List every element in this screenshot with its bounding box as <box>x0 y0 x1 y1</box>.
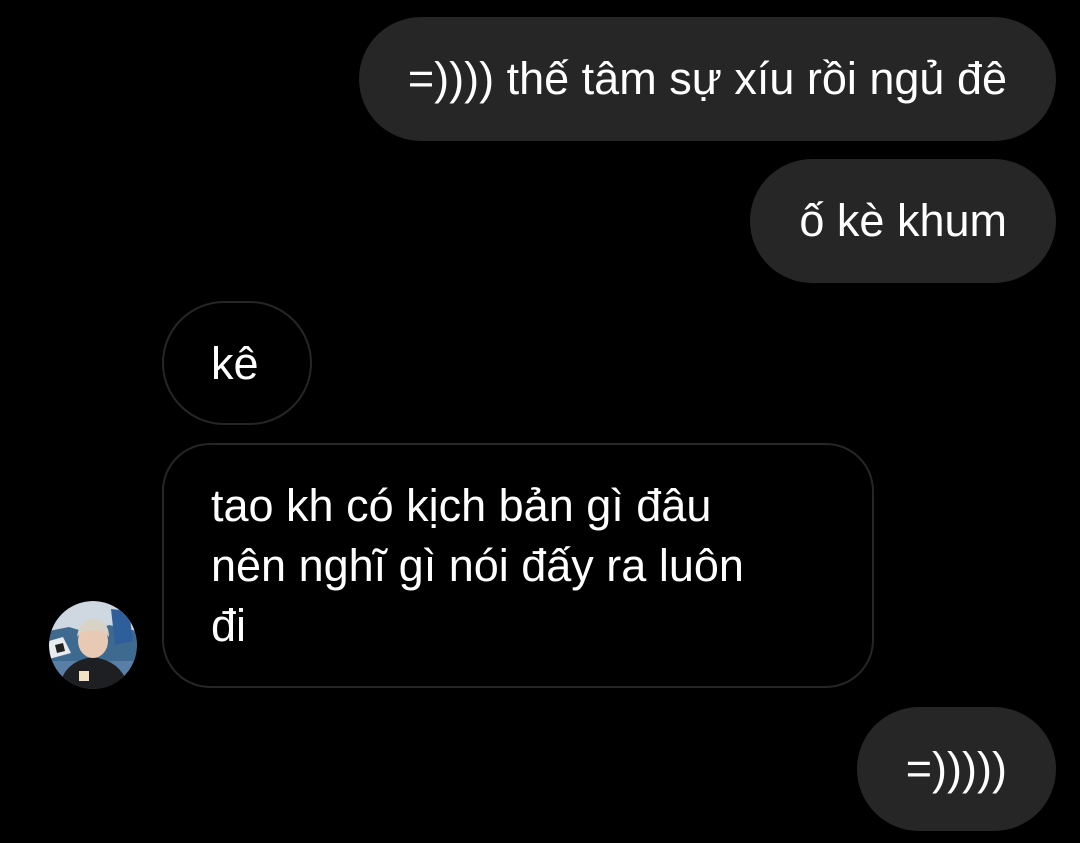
user-avatar-photo-icon <box>49 601 137 689</box>
sender-avatar[interactable] <box>49 601 137 689</box>
message-bubble-sent[interactable]: =)))) thế tâm sự xíu rồi ngủ đê <box>358 17 1056 141</box>
message-text: =)))) thế tâm sự xíu rồi ngủ đê <box>407 53 1007 104</box>
message-text-line: đi <box>211 600 247 651</box>
message-bubble-received[interactable]: tao kh có kịch bản gì đâu nên nghĩ gì nó… <box>162 443 874 688</box>
message-text-line: nên nghĩ gì nói đấy ra luôn <box>211 540 744 591</box>
message-text-line: tao kh có kịch bản gì đâu <box>211 480 712 531</box>
message-bubble-sent[interactable]: =))))) <box>856 707 1056 831</box>
message-bubble-sent[interactable]: ố kè khum <box>750 159 1056 283</box>
message-text: =))))) <box>905 743 1007 794</box>
message-text: ố kè khum <box>799 195 1007 246</box>
message-text: kê <box>211 338 259 389</box>
message-bubble-received[interactable]: kê <box>162 301 312 425</box>
